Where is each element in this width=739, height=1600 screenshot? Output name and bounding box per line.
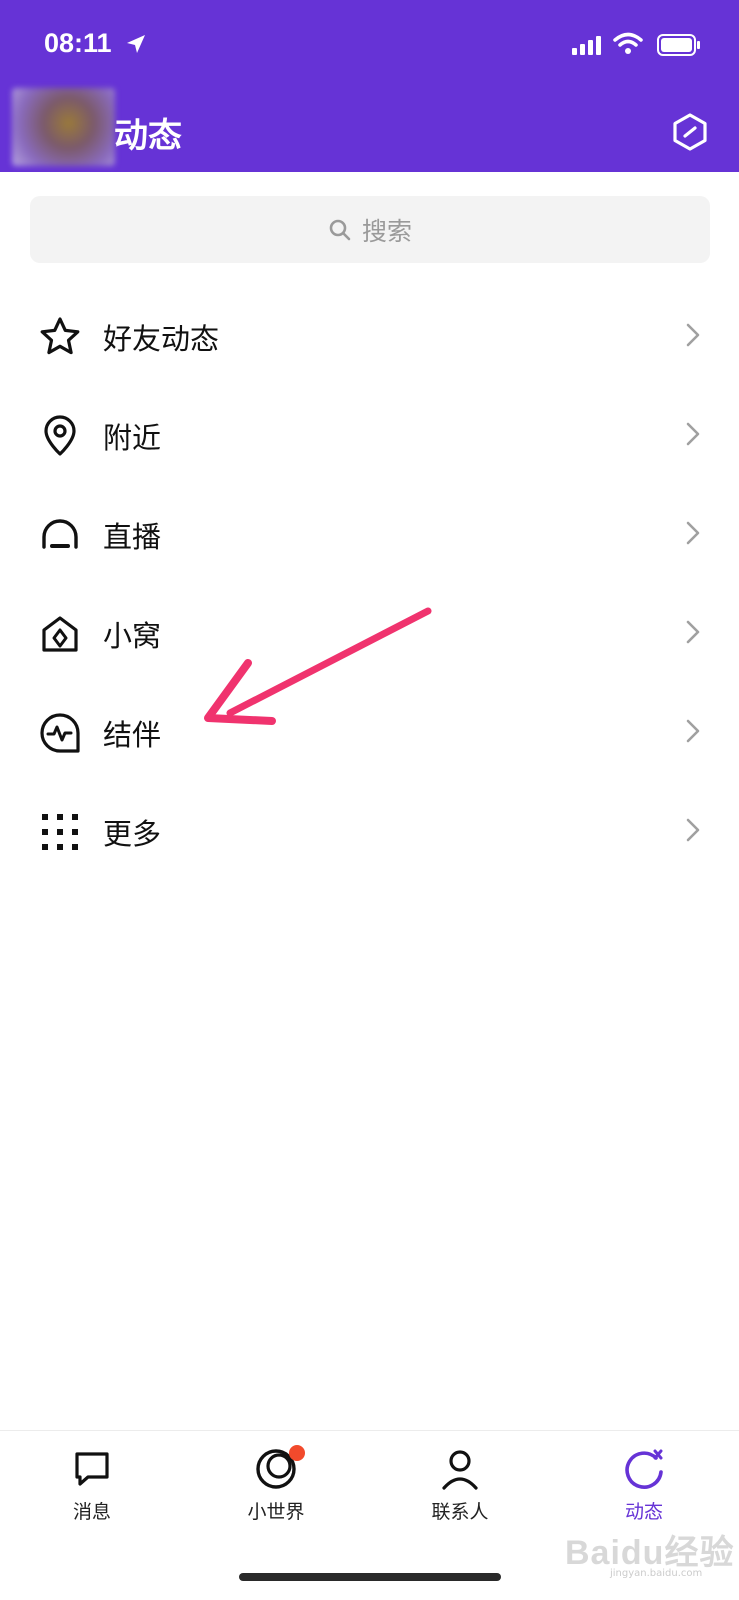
cellular-signal-icon (572, 36, 602, 60)
baidu-watermark-url: jingyan.baidu.com (610, 1568, 703, 1579)
nest-house-icon (38, 612, 82, 656)
menu-item-label: 好友动态 (103, 321, 220, 356)
location-pin-icon (38, 414, 82, 458)
contacts-icon (440, 1447, 480, 1491)
chevron-right-icon (686, 422, 700, 450)
chevron-right-icon (686, 323, 700, 351)
menu-item-label: 附近 (103, 420, 162, 455)
chevron-right-icon (686, 719, 700, 747)
moments-icon (623, 1447, 665, 1491)
tab-contacts[interactable]: 联系人 (400, 1431, 520, 1531)
home-indicator[interactable] (239, 1573, 501, 1581)
header-bar: 08:11 动态 (0, 0, 739, 172)
star-icon (38, 315, 82, 359)
tab-messages[interactable]: 消息 (32, 1431, 152, 1531)
avatar[interactable] (12, 88, 115, 166)
menu-item-label: 更多 (103, 816, 162, 851)
tab-label: 联系人 (431, 1501, 489, 1523)
tab-label: 小世界 (247, 1501, 305, 1523)
menu-item-more[interactable]: 更多 (0, 782, 739, 881)
menu-item-label: 小窝 (103, 618, 162, 653)
menu-item-nearby[interactable]: 附近 (0, 386, 739, 485)
companion-pulse-icon (38, 711, 82, 755)
baidu-watermark: Baidu经验 (565, 1534, 735, 1572)
tab-small-world[interactable]: 小世界 (216, 1431, 336, 1531)
search-icon (328, 218, 352, 242)
chevron-right-icon (686, 620, 700, 648)
chevron-right-icon (686, 521, 700, 549)
world-icon (255, 1445, 305, 1491)
notification-badge (289, 1445, 305, 1461)
menu-item-label: 结伴 (103, 717, 162, 752)
annotation-arrow-icon (200, 605, 440, 734)
menu-item-friends-moments[interactable]: 好友动态 (0, 287, 739, 386)
tab-label: 消息 (72, 1501, 111, 1523)
search-input[interactable]: 搜索 (30, 196, 710, 263)
status-time: 08:11 (44, 28, 112, 58)
tab-moments[interactable]: 动态 (584, 1431, 704, 1531)
battery-icon (657, 34, 701, 60)
settings-hexagon-icon[interactable] (672, 113, 708, 155)
message-icon (72, 1447, 112, 1491)
menu-item-live[interactable]: 直播 (0, 485, 739, 584)
live-icon (38, 513, 82, 557)
menu-item-label: 直播 (103, 519, 162, 554)
tab-label: 动态 (624, 1501, 663, 1523)
search-placeholder: 搜索 (361, 216, 412, 246)
chevron-right-icon (686, 818, 700, 846)
wifi-icon (613, 32, 643, 60)
menu-list: 好友动态 附近 直播 小窝 结伴 更多 (0, 287, 739, 881)
grid-dots-icon (38, 810, 82, 854)
page-title: 动态 (114, 116, 182, 156)
location-arrow-icon (125, 33, 147, 59)
